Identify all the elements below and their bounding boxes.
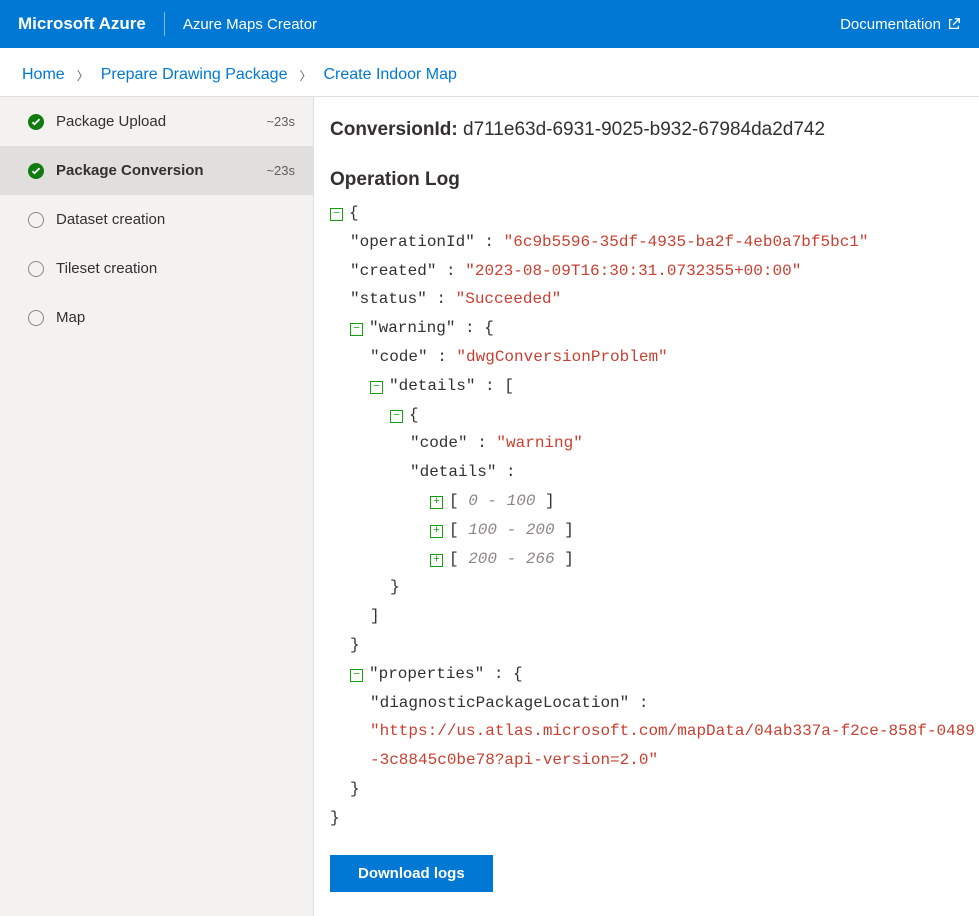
- step-dataset-creation[interactable]: Dataset creation: [0, 195, 313, 244]
- json-key-properties: "properties": [369, 665, 484, 683]
- breadcrumb-prepare[interactable]: Prepare Drawing Package: [101, 66, 288, 84]
- json-key-diagnostic: "diagnosticPackageLocation": [370, 694, 629, 712]
- json-val-status: "Succeeded": [456, 290, 562, 308]
- chevron-right-icon: 〉: [77, 67, 89, 84]
- brand: Microsoft Azure: [18, 14, 146, 34]
- breadcrumb: Home 〉 Prepare Drawing Package 〉 Create …: [0, 48, 979, 96]
- collapse-icon[interactable]: [370, 381, 383, 394]
- json-val-inner-code: "warning": [496, 434, 582, 452]
- product-name: Azure Maps Creator: [183, 16, 317, 33]
- json-key-details: "details": [410, 463, 496, 481]
- json-range: 100 - 200: [468, 521, 554, 539]
- circle-icon: [28, 212, 44, 228]
- step-label: Package Conversion: [56, 162, 266, 179]
- expand-icon[interactable]: [430, 554, 443, 567]
- conversion-id-label: ConversionId: [330, 119, 451, 140]
- step-package-conversion[interactable]: Package Conversion ~23s: [0, 146, 313, 195]
- external-link-icon: [947, 17, 961, 31]
- collapse-icon[interactable]: [390, 410, 403, 423]
- json-key-created: "created": [350, 262, 436, 280]
- circle-icon: [28, 261, 44, 277]
- json-key-operationid: "operationId": [350, 233, 475, 251]
- json-val-created: "2023-08-09T16:30:31.0732355+00:00": [465, 262, 801, 280]
- download-logs-button[interactable]: Download logs: [330, 855, 493, 892]
- collapse-icon[interactable]: [350, 669, 363, 682]
- json-val-diagnostic: "https://us.atlas.microsoft.com/mapData/…: [370, 722, 975, 769]
- step-map[interactable]: Map: [0, 293, 313, 342]
- chevron-right-icon: 〉: [299, 67, 311, 84]
- breadcrumb-home[interactable]: Home: [22, 66, 65, 84]
- step-label: Dataset creation: [56, 211, 295, 228]
- brand-divider: [164, 12, 165, 36]
- check-icon: [28, 163, 44, 179]
- documentation-link[interactable]: Documentation: [840, 16, 961, 33]
- operation-log-title: Operation Log: [330, 169, 979, 191]
- json-range: 200 - 266: [468, 550, 554, 568]
- json-key-status: "status": [350, 290, 427, 308]
- json-key-code: "code": [370, 348, 428, 366]
- documentation-label: Documentation: [840, 16, 941, 33]
- operation-log-json: { "operationId" : "6c9b5596-35df-4935-ba…: [330, 199, 979, 833]
- collapse-icon[interactable]: [330, 208, 343, 221]
- breadcrumb-create[interactable]: Create Indoor Map: [323, 66, 456, 84]
- json-key-warning: "warning": [369, 319, 455, 337]
- top-bar: Microsoft Azure Azure Maps Creator Docum…: [0, 0, 979, 48]
- step-time: ~23s: [266, 114, 295, 129]
- step-time: ~23s: [266, 163, 295, 178]
- circle-icon: [28, 310, 44, 326]
- step-label: Tileset creation: [56, 260, 295, 277]
- json-range: 0 - 100: [468, 492, 535, 510]
- json-val-operationid: "6c9b5596-35df-4935-ba2f-4eb0a7bf5bc1": [504, 233, 869, 251]
- collapse-icon[interactable]: [350, 323, 363, 336]
- expand-icon[interactable]: [430, 496, 443, 509]
- step-label: Map: [56, 309, 295, 326]
- conversion-id-value: d711e63d-6931-9025-b932-67984da2d742: [463, 119, 825, 140]
- check-icon: [28, 114, 44, 130]
- step-tileset-creation[interactable]: Tileset creation: [0, 244, 313, 293]
- expand-icon[interactable]: [430, 525, 443, 538]
- json-key-details: "details": [389, 377, 475, 395]
- json-val-code: "dwgConversionProblem": [456, 348, 667, 366]
- steps-sidebar: Package Upload ~23s Package Conversion ~…: [0, 97, 314, 916]
- step-label: Package Upload: [56, 113, 266, 130]
- main-panel: ConversionId: d711e63d-6931-9025-b932-67…: [314, 97, 979, 916]
- step-package-upload[interactable]: Package Upload ~23s: [0, 97, 313, 146]
- json-key-code: "code": [410, 434, 468, 452]
